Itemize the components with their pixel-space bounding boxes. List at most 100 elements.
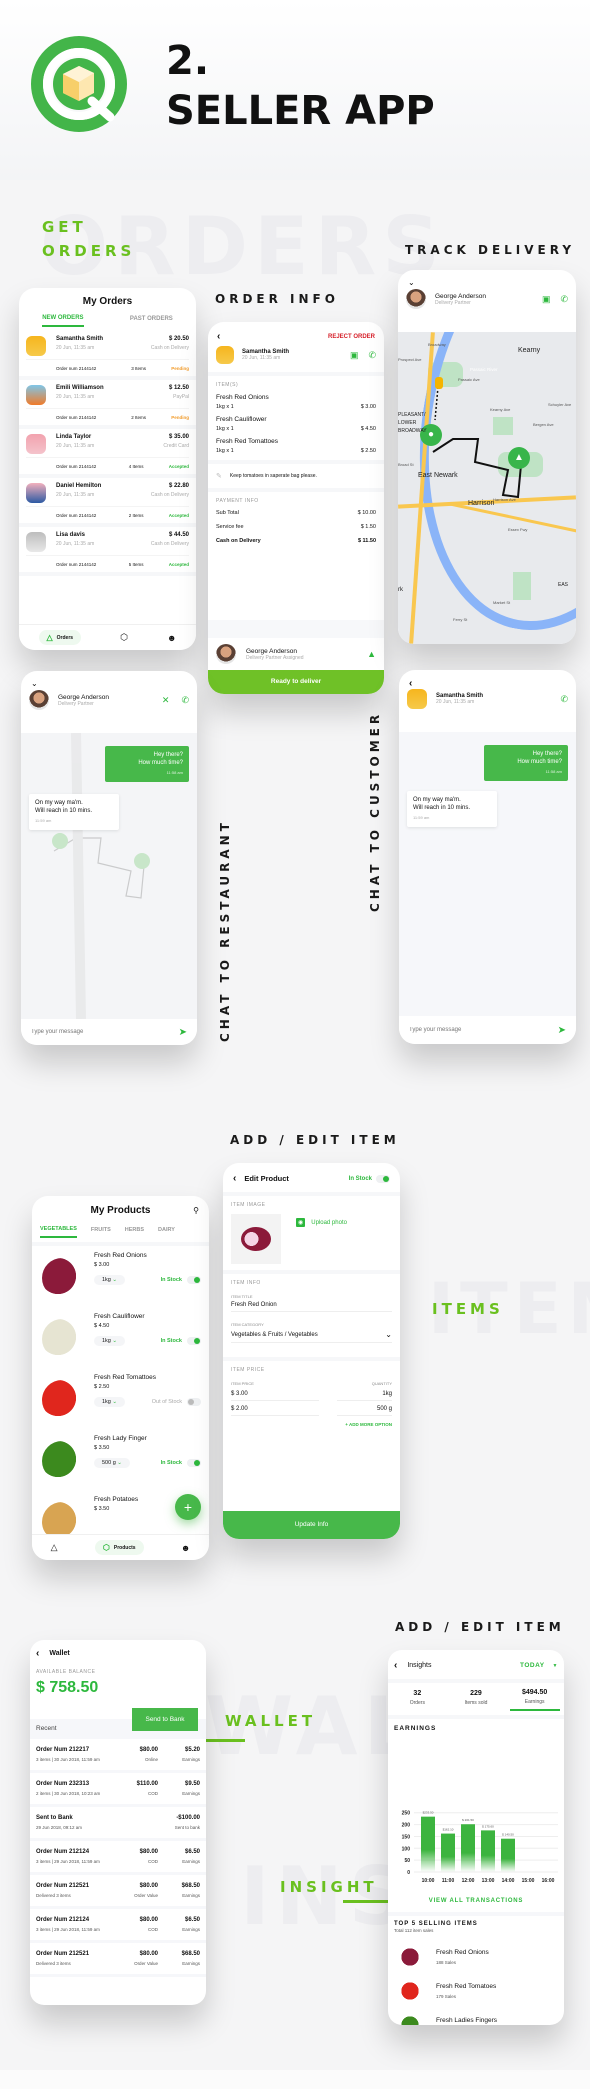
product-row[interactable]: Fresh Red Tomattoes $ 2.50 1kg ⌄ Out of Sto… — [32, 1368, 209, 1429]
search-icon[interactable]: ⚲ — [193, 1206, 199, 1215]
transaction-row[interactable]: Sent to Bank 29 Jun 2018, 09:12 am -$100.0… — [30, 1807, 206, 1841]
chat-icon[interactable]: ▣ — [350, 350, 359, 361]
price-input[interactable]: $ 2.00 — [231, 1406, 319, 1416]
collapse-icon[interactable]: ⌄ — [398, 270, 576, 287]
tab-new-orders[interactable]: NEW ORDERS — [42, 315, 84, 327]
user-icon[interactable]: ☻ — [167, 633, 176, 643]
tab-fruits[interactable]: FRUITS — [91, 1227, 111, 1237]
close-icon[interactable]: ✕ — [162, 695, 170, 706]
period-select[interactable]: TODAY ▼ — [520, 1662, 558, 1669]
order-card[interactable]: Samantha Smith 20 Jun, 11:35 am $ 20.50 Cas… — [19, 331, 196, 380]
transaction-row[interactable]: Order Num 212217 3 items | 30 Jun 2018, 1… — [30, 1739, 206, 1773]
update-info-button[interactable]: Update Info — [223, 1511, 400, 1539]
nav-orders[interactable]: △ Orders — [38, 630, 82, 645]
stat-earnings[interactable]: $494.50 Earnings — [509, 1689, 560, 1711]
bar-12:00[interactable] — [461, 1824, 475, 1872]
bar-13:00[interactable] — [481, 1830, 495, 1872]
bag-icon[interactable]: △ — [51, 1542, 58, 1553]
stock-toggle[interactable] — [187, 1398, 201, 1406]
transaction-row[interactable]: Order Num 232313 2 items | 30 Jun 2018, 1… — [30, 1773, 206, 1807]
order-card[interactable]: Daniel Hemilton 20 Jun, 11:35 am $ 22.80 Ca… — [19, 478, 196, 527]
product-row[interactable]: Fresh Cauliflower $ 4.50 1kg ⌄ In Stock — [32, 1307, 209, 1368]
ready-to-deliver-button[interactable]: Ready to deliver — [208, 670, 384, 694]
nav-products[interactable]: ⬡ Products — [94, 1540, 144, 1555]
product-row[interactable]: Fresh Red Onions $ 3.00 1kg ⌄ In Stock — [32, 1246, 209, 1307]
send-icon[interactable]: ➤ — [179, 1027, 187, 1038]
back-icon[interactable]: ‹ — [394, 1660, 397, 1671]
unit-select[interactable]: 500 g ⌄ — [94, 1458, 130, 1468]
transaction-row[interactable]: Order Num 212521 Delivered 3 items $80.00 O… — [30, 1943, 206, 1977]
item-category-select[interactable]: Vegetables & Fruits / Vegetables ⌄ — [231, 1330, 392, 1343]
x-tick-label: 13:00 — [482, 1878, 495, 1884]
send-icon[interactable]: ➤ — [558, 1025, 566, 1036]
tab-past-orders[interactable]: PAST ORDERS — [130, 316, 173, 326]
phone-icon[interactable]: ✆ — [368, 350, 376, 361]
transaction-earning-label: Earnings — [182, 1927, 200, 1932]
delivery-map[interactable]: ● ▲ Kearny East Newark Harrison Passaic Riv… — [398, 332, 576, 644]
chat-icon[interactable]: ▣ — [542, 294, 551, 305]
top-item-row[interactable]: Fresh Red Onions 188 Sales — [388, 1940, 564, 1974]
add-more-option-button[interactable]: + ADD MORE OPTION — [231, 1422, 392, 1427]
top-item-row[interactable]: Fresh Ladies Fingers154 Sales — [388, 2008, 564, 2025]
price-options: $ 3.00 1kg $ 2.00 500 g — [231, 1391, 392, 1416]
order-card[interactable]: Linda Taylor 20 Jun, 11:35 am $ 35.00 Credi… — [19, 429, 196, 478]
payment-method: Cash on Delivery — [150, 492, 189, 498]
view-all-transactions-link[interactable]: VIEW ALL TRANSACTIONS — [388, 1898, 564, 1904]
phone-icon[interactable]: ✆ — [181, 695, 189, 706]
phone-icon[interactable]: ✆ — [560, 294, 568, 305]
tab-vegetables[interactable]: VEGETABLES — [40, 1226, 77, 1238]
stock-toggle[interactable] — [376, 1174, 390, 1183]
order-card[interactable]: Lisa davis 20 Jun, 11:35 am $ 44.50 Cash on… — [19, 527, 196, 576]
stock-toggle[interactable] — [187, 1276, 201, 1284]
message-input[interactable] — [31, 1029, 151, 1035]
stock-toggle[interactable] — [187, 1337, 201, 1345]
upload-photo-button[interactable]: ◉ Upload photo — [296, 1218, 347, 1227]
cube-icon[interactable]: ⬡ — [120, 632, 128, 643]
tab-dairy[interactable]: DAIRY — [158, 1227, 175, 1237]
wallet-screen: ‹ Wallet AVAILABLE BALANCE $ 758.50 Rece… — [30, 1640, 206, 2005]
user-icon[interactable]: ☻ — [181, 1543, 190, 1553]
back-icon[interactable]: ‹ — [36, 1648, 39, 1659]
phone-icon[interactable]: ✆ — [560, 694, 568, 705]
product-price: $ 3.50 — [94, 1445, 110, 1451]
transaction-row[interactable]: Order Num 212124 3 items | 29 Jun 2018, 1… — [30, 1841, 206, 1875]
bar-14:00[interactable] — [501, 1838, 515, 1872]
message-input[interactable] — [409, 1027, 529, 1033]
chat-customer-screen: ‹ Samantha Smith 20 Jun, 11:35 am ✆ Hey … — [399, 670, 576, 1044]
add-product-button[interactable]: + — [175, 1494, 201, 1520]
transaction-method: Online — [144, 1757, 158, 1762]
stat-items-sold[interactable]: 229 Items sold — [451, 1690, 501, 1710]
collapse-icon[interactable]: ⌄ — [21, 671, 197, 688]
back-icon[interactable]: ‹ — [217, 331, 220, 342]
transaction-earning: -$100.00 — [176, 1815, 200, 1821]
reject-order-button[interactable]: REJECT ORDER — [328, 334, 375, 340]
map-label: Passaic Ave — [458, 377, 480, 382]
unit-select[interactable]: 1kg ⌄ — [94, 1397, 126, 1407]
quantity-input[interactable]: 1kg — [337, 1391, 392, 1401]
tab-herbs[interactable]: HERBS — [125, 1227, 144, 1237]
back-icon[interactable]: ‹ — [233, 1173, 236, 1184]
product-name: Fresh Cauliflower — [94, 1313, 145, 1320]
item-title-input[interactable]: Fresh Red Onion — [231, 1302, 392, 1312]
unit-select[interactable]: 1kg ⌄ — [94, 1336, 126, 1346]
order-date: 20 Jun, 11:35 am — [56, 541, 95, 547]
transaction-row[interactable]: Order Num 212521 Delivered 3 items $80.00 O… — [30, 1875, 206, 1909]
navigation-icon[interactable]: ▲ — [367, 649, 376, 659]
price-input[interactable]: $ 3.00 — [231, 1391, 319, 1401]
unit-select[interactable]: 1kg ⌄ — [94, 1275, 126, 1285]
quantity-input[interactable]: 500 g — [337, 1406, 392, 1416]
top-item-row[interactable]: Fresh Red Tomatoes 179 Sales — [388, 1974, 564, 2008]
back-icon[interactable]: ‹ — [399, 670, 576, 689]
product-row[interactable]: Fresh Lady Finger $ 3.50 500 g ⌄ In Stock — [32, 1429, 209, 1490]
destination-arrow-icon[interactable]: ▲ — [508, 447, 530, 469]
transaction-title: Order Num 212124 — [36, 1917, 90, 1923]
bar-11:00[interactable] — [441, 1833, 455, 1872]
order-card[interactable]: Emili Williamson 20 Jun, 11:35 am $ 12.50 P… — [19, 380, 196, 429]
send-to-bank-button[interactable]: Send to Bank — [132, 1708, 198, 1731]
transaction-row[interactable]: Order Num 212124 3 items | 29 Jun 2018, 1… — [30, 1909, 206, 1943]
bar-10:00[interactable] — [421, 1816, 435, 1872]
stock-toggle[interactable] — [187, 1459, 201, 1467]
customer-avatar — [26, 385, 46, 405]
stat-orders[interactable]: 32 Orders — [392, 1690, 442, 1710]
order-number: Order num 2144142 — [56, 562, 97, 567]
